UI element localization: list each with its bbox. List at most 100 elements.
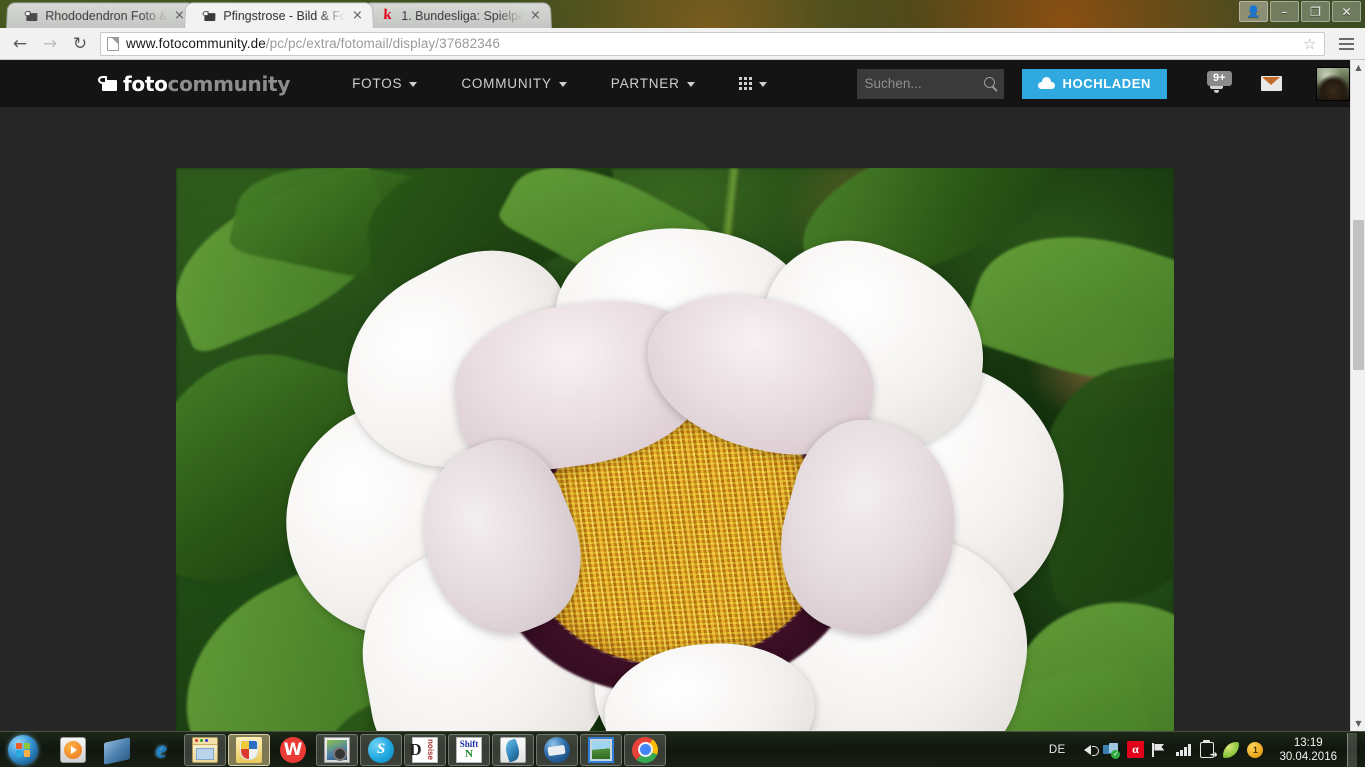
site-header: fotocommunity FOTOS COMMUNITY PARTNER Su… (0, 60, 1350, 107)
thunderbird-mail-icon (544, 736, 570, 763)
upload-button[interactable]: HOCHLADEN (1021, 68, 1167, 99)
signal-bars-icon[interactable] (1171, 737, 1195, 763)
notepad-document-icon (104, 737, 130, 765)
fotocommunity-logo[interactable]: fotocommunity (98, 72, 290, 96)
security-shield-icon (236, 736, 262, 763)
taskbar-internet-explorer[interactable]: e (140, 734, 182, 766)
photo-image[interactable] (176, 168, 1174, 731)
chevron-down-icon (558, 82, 567, 87)
taskbar-shift-n[interactable]: Shift N (448, 733, 490, 766)
taskbar-google-chrome[interactable] (624, 733, 666, 766)
chrome-browser-window: Rhododendron Foto & Bi × Pfingstrose - B… (0, 0, 1365, 731)
notification-badge: 9+ (1207, 70, 1232, 86)
tab-title: Rhododendron Foto & Bi (45, 8, 169, 23)
taskbar-paint-net[interactable] (492, 733, 534, 766)
notifications-button[interactable]: 9+ (1193, 70, 1239, 93)
reload-button[interactable]: ↻ (66, 31, 94, 57)
clock-date: 30.04.2016 (1279, 750, 1337, 763)
scroll-up-arrow[interactable]: ▲ (1351, 60, 1365, 75)
taskbar-windows-media-player[interactable] (52, 734, 94, 766)
windows-taskbar: e W S Dnoise Shift N DE ✓ α 1 13:19 30.0… (0, 731, 1365, 767)
nav-label: PARTNER (610, 76, 680, 91)
page-scrollbar[interactable]: ▲ ▼ (1350, 60, 1365, 731)
browser-tab-3[interactable]: k 1. Bundesliga: Spielpaarur × (362, 2, 552, 28)
page-viewport: fotocommunity FOTOS COMMUNITY PARTNER Su… (0, 60, 1365, 731)
avira-antivirus-icon[interactable]: α (1123, 737, 1147, 763)
photo-page-background (0, 107, 1350, 731)
browser-toolbar: ← → ↻ www.fotocommunity.de/pc/pc/extra/f… (0, 28, 1365, 60)
taskbar-w-app[interactable]: W (272, 734, 314, 766)
chevron-down-icon (758, 82, 767, 87)
address-bar[interactable]: www.fotocommunity.de/pc/pc/extra/fotomai… (100, 31, 1325, 56)
search-icon[interactable] (983, 76, 995, 88)
nav-item-apps-grid[interactable] (717, 60, 789, 107)
clock[interactable]: 13:19 30.04.2016 (1267, 736, 1341, 764)
logo-text-part1: foto (123, 71, 168, 96)
window-controls: 👤 – ❐ ✕ (1239, 1, 1361, 22)
user-account-icon[interactable]: 👤 (1239, 1, 1268, 22)
grid-apps-icon (738, 77, 752, 90)
browser-tab-strip: Rhododendron Foto & Bi × Pfingstrose - B… (0, 0, 1365, 28)
chevron-down-icon (409, 82, 418, 87)
green-leaf-icon[interactable] (1219, 737, 1243, 763)
w-app-icon: W (280, 736, 306, 763)
taskbar-security-shield[interactable] (228, 733, 270, 766)
minimize-button[interactable]: – (1270, 1, 1299, 22)
search-box[interactable] (856, 68, 1004, 99)
nav-label: COMMUNITY (461, 76, 552, 91)
action-flag-icon[interactable] (1147, 737, 1171, 763)
close-window-button[interactable]: ✕ (1332, 1, 1361, 22)
tab-close-button[interactable]: × (350, 8, 364, 23)
back-button[interactable]: ← (6, 31, 34, 57)
nav-item-community[interactable]: COMMUNITY (439, 60, 588, 107)
nav-item-fotos[interactable]: FOTOS (330, 60, 439, 107)
network-sync-icon[interactable]: ✓ (1099, 737, 1123, 763)
tab-close-button[interactable]: × (528, 8, 542, 23)
taskbar-photo-viewer[interactable] (316, 733, 358, 766)
clipboard-eject-icon[interactable] (1195, 737, 1219, 763)
taskbar-skype[interactable]: S (360, 733, 402, 766)
taskbar-dnoise[interactable]: Dnoise (404, 733, 446, 766)
search-input[interactable] (864, 76, 983, 91)
taskbar-notepad-document[interactable] (96, 734, 138, 766)
camera-logo-icon (98, 76, 117, 91)
orange-badge-count: 1 (1247, 741, 1264, 758)
url-host: www.fotocommunity.de (126, 36, 266, 51)
orange-update-icon[interactable]: 1 (1243, 737, 1267, 763)
taskbar-windows-explorer[interactable] (184, 733, 226, 766)
system-tray: DE ✓ α 1 13:19 30.04.2016 (1039, 732, 1365, 767)
volume-icon[interactable] (1075, 737, 1099, 763)
internet-explorer-icon: e (155, 736, 167, 763)
scrollbar-thumb[interactable] (1353, 220, 1364, 370)
kicker-k-icon: k (383, 7, 392, 24)
browser-tab-2-active[interactable]: Pfingstrose - Bild & Foto v × (184, 2, 374, 28)
paint-net-icon (500, 736, 526, 763)
browser-tab-1[interactable]: Rhododendron Foto & Bi × (6, 2, 196, 28)
clock-time: 13:19 (1293, 736, 1323, 749)
envelope-icon[interactable] (1261, 76, 1282, 91)
start-button[interactable] (0, 733, 46, 767)
logo-text: fotocommunity (123, 72, 290, 96)
fotocommunity-camera-icon (23, 8, 39, 24)
address-bar-url: www.fotocommunity.de/pc/pc/extra/fotomai… (126, 36, 500, 51)
forward-button[interactable]: → (36, 31, 64, 57)
maximize-restore-button[interactable]: ❐ (1301, 1, 1330, 22)
logo-text-part2: community (167, 71, 291, 96)
show-desktop-button[interactable] (1347, 732, 1357, 767)
taskbar-thunderbird[interactable] (536, 733, 578, 766)
chrome-menu-icon[interactable] (1333, 31, 1359, 57)
upload-button-label: HOCHLADEN (1062, 76, 1151, 91)
taskbar-items: e W S Dnoise Shift N (46, 733, 666, 766)
taskbar-irfanview[interactable] (580, 733, 622, 766)
google-chrome-icon (632, 736, 658, 763)
avatar[interactable] (1316, 66, 1350, 101)
chevron-down-icon (686, 82, 695, 87)
tab-title: Pfingstrose - Bild & Foto v (223, 8, 347, 23)
irfanview-image-icon (588, 736, 614, 763)
scroll-down-arrow[interactable]: ▼ (1351, 716, 1365, 731)
nav-item-partner[interactable]: PARTNER (589, 60, 717, 107)
peony-flower (255, 212, 1092, 731)
windows-start-orb (8, 734, 38, 765)
language-indicator[interactable]: DE (1039, 744, 1076, 756)
bookmark-star-icon[interactable]: ☆ (1303, 36, 1318, 52)
